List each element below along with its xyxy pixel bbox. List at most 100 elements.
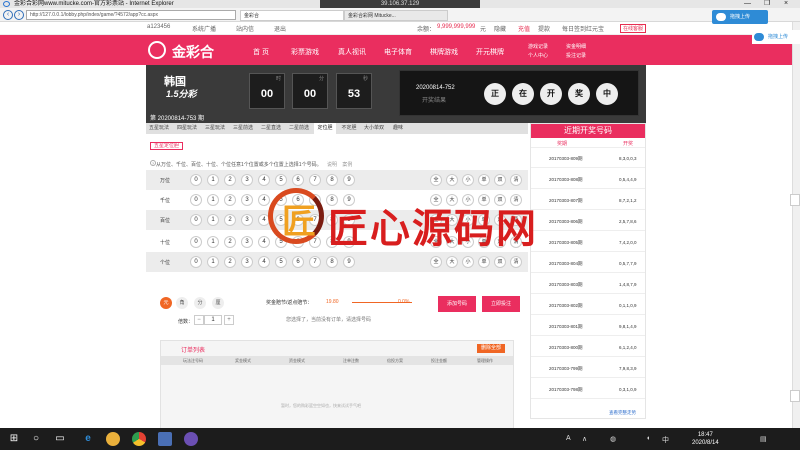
- digit-ball[interactable]: 2: [224, 194, 236, 206]
- shortcut-button[interactable]: 全: [430, 256, 442, 268]
- menu-lottery[interactable]: 彩票游戏: [291, 47, 319, 57]
- digit-ball[interactable]: 5: [275, 256, 287, 268]
- brand-name[interactable]: 金彩合: [172, 42, 214, 62]
- menu-live[interactable]: 真人视讯: [338, 47, 366, 57]
- digit-ball[interactable]: 8: [326, 256, 338, 268]
- digit-ball[interactable]: 4: [258, 174, 270, 186]
- notice-link[interactable]: 系统广播: [192, 24, 216, 33]
- close-button[interactable]: ×: [784, 0, 788, 8]
- multiplier-minus[interactable]: −: [194, 315, 204, 325]
- digit-ball[interactable]: 2: [224, 214, 236, 226]
- play-tab[interactable]: 三星玩法: [202, 123, 228, 134]
- digit-ball[interactable]: 7: [309, 174, 321, 186]
- play-tab[interactable]: 二星直选: [258, 123, 284, 134]
- menu-kaiyuan[interactable]: 开元棋牌: [476, 47, 504, 57]
- network-icon[interactable]: ◍: [610, 435, 616, 443]
- browser-tab-1[interactable]: 金彩合: [240, 10, 344, 21]
- speaker-icon[interactable]: ◖: [646, 435, 650, 442]
- logout-link[interactable]: 退出: [274, 24, 286, 33]
- bet-now-button[interactable]: 立即投注: [482, 296, 520, 312]
- add-number-button[interactable]: 添加号码: [438, 296, 476, 312]
- unit-li[interactable]: 厘: [212, 297, 224, 309]
- digit-ball[interactable]: 0: [190, 174, 202, 186]
- upload-float-2[interactable]: 拖拽上传: [752, 30, 800, 44]
- messages-link[interactable]: 站内信: [236, 24, 254, 33]
- address-bar[interactable]: http://127.0.0.1/lobby.php/index/game/?4…: [26, 10, 236, 20]
- tray-text-icon[interactable]: A: [566, 435, 571, 442]
- unit-yuan[interactable]: 元: [160, 297, 172, 309]
- hint-example-link[interactable]: 案例: [342, 162, 352, 168]
- digit-ball[interactable]: 9: [343, 256, 355, 268]
- media-icon[interactable]: [184, 432, 198, 446]
- digit-ball[interactable]: 5: [275, 174, 287, 186]
- play-tab[interactable]: 三星前选: [230, 123, 256, 134]
- signin-link[interactable]: 每日签到红元宝: [562, 24, 604, 33]
- mode-button[interactable]: 五星定位胆: [150, 142, 184, 150]
- menu-egame[interactable]: 电子体育: [384, 47, 412, 57]
- digit-ball[interactable]: 3: [241, 174, 253, 186]
- digit-ball[interactable]: 6: [292, 256, 304, 268]
- start-icon[interactable]: ⊞: [8, 433, 20, 445]
- digit-ball[interactable]: 3: [241, 194, 253, 206]
- digit-ball[interactable]: 1: [207, 214, 219, 226]
- unit-jiao[interactable]: 角: [176, 297, 188, 309]
- withdraw-link[interactable]: 提款: [538, 24, 550, 33]
- digit-ball[interactable]: 7: [309, 256, 321, 268]
- shortcut-button[interactable]: 单: [478, 256, 490, 268]
- digit-ball[interactable]: 1: [207, 236, 219, 248]
- digit-ball[interactable]: 9: [343, 174, 355, 186]
- menu-home[interactable]: 首 页: [253, 47, 269, 57]
- shortcut-button[interactable]: 全: [430, 174, 442, 186]
- back-button[interactable]: ‹: [3, 10, 13, 20]
- shortcut-button[interactable]: 双: [494, 174, 506, 186]
- task-view-icon[interactable]: ▭: [54, 433, 66, 445]
- service-button[interactable]: 在线客服: [620, 24, 646, 33]
- ime-indicator[interactable]: 中: [662, 435, 669, 445]
- search-icon[interactable]: ○: [30, 433, 42, 445]
- digit-ball[interactable]: 1: [207, 174, 219, 186]
- multiplier-input[interactable]: 1: [204, 315, 222, 325]
- digit-ball[interactable]: 2: [224, 174, 236, 186]
- menu-chess[interactable]: 棋牌游戏: [430, 47, 458, 57]
- shortcut-button[interactable]: 小: [462, 174, 474, 186]
- quick-profile[interactable]: 个人中心: [528, 52, 548, 59]
- play-tab[interactable]: 二星前选: [286, 123, 312, 134]
- play-tab[interactable]: 四星玩法: [174, 123, 200, 134]
- shortcut-button[interactable]: 双: [494, 256, 506, 268]
- quick-game-record[interactable]: 游戏记录: [528, 43, 548, 50]
- unit-fen[interactable]: 分: [194, 297, 206, 309]
- shortcut-button[interactable]: 清: [510, 256, 522, 268]
- shortcut-button[interactable]: 大: [446, 174, 458, 186]
- hint-help-link[interactable]: 说明: [327, 162, 337, 168]
- restore-button[interactable]: ❐: [764, 0, 770, 8]
- digit-ball[interactable]: 3: [241, 256, 253, 268]
- minimize-button[interactable]: —: [744, 0, 751, 8]
- digit-ball[interactable]: 0: [190, 236, 202, 248]
- digit-ball[interactable]: 6: [292, 174, 304, 186]
- quick-fund-detail[interactable]: 资金明细: [566, 43, 586, 50]
- tray-up-icon[interactable]: ∧: [582, 435, 587, 443]
- digit-ball[interactable]: 2: [224, 256, 236, 268]
- chrome-icon[interactable]: [132, 432, 146, 446]
- digit-ball[interactable]: 3: [241, 214, 253, 226]
- play-tab[interactable]: 大小单双: [362, 123, 386, 134]
- view-trend-link[interactable]: 查看完整走势: [609, 410, 636, 416]
- app-icon[interactable]: [158, 432, 172, 446]
- digit-ball[interactable]: 8: [326, 174, 338, 186]
- forward-button[interactable]: ›: [14, 10, 24, 20]
- digit-ball[interactable]: 0: [190, 214, 202, 226]
- taskbar-clock[interactable]: 18:47 2020/8/14: [692, 431, 719, 447]
- page-scrollbar[interactable]: [792, 22, 800, 428]
- digit-ball[interactable]: 2: [224, 236, 236, 248]
- browser-tab-2[interactable]: 金彩合彩网 Mitucke...: [344, 10, 448, 21]
- side-float-button[interactable]: [790, 390, 800, 402]
- shortcut-button[interactable]: 单: [478, 174, 490, 186]
- digit-ball[interactable]: 4: [258, 256, 270, 268]
- edge-icon[interactable]: e: [82, 433, 94, 445]
- digit-ball[interactable]: 1: [207, 256, 219, 268]
- upload-float[interactable]: 拖拽上传: [712, 10, 768, 24]
- play-tab[interactable]: 不定胆: [338, 123, 360, 134]
- hide-balance-link[interactable]: 隐藏: [494, 24, 506, 33]
- clear-all-button[interactable]: 删除全部: [477, 344, 505, 353]
- shortcut-button[interactable]: 小: [462, 256, 474, 268]
